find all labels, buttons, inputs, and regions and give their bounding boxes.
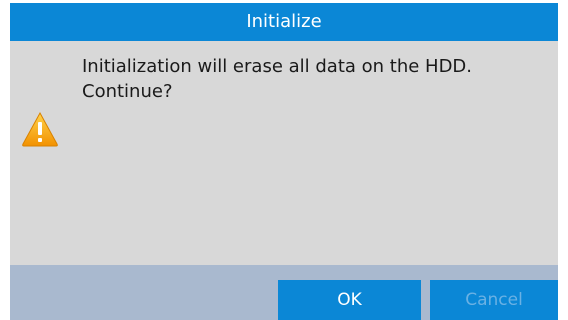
dialog-title-bar: Initialize: [10, 3, 558, 41]
warning-icon: [22, 111, 58, 147]
cancel-button[interactable]: Cancel: [430, 280, 558, 320]
message-line-2: Continue?: [82, 81, 173, 102]
dialog-title: Initialize: [246, 11, 322, 32]
message-line-1: Initialization will erase all data on th…: [82, 56, 473, 77]
dialog-message: Initialization will erase all data on th…: [82, 54, 542, 104]
dialog-footer: OK Cancel: [10, 265, 558, 320]
initialize-dialog: Initialize Initialization will erase all…: [10, 3, 558, 320]
dialog-body: Initialization will erase all data on th…: [10, 41, 558, 265]
ok-button[interactable]: OK: [278, 280, 421, 320]
